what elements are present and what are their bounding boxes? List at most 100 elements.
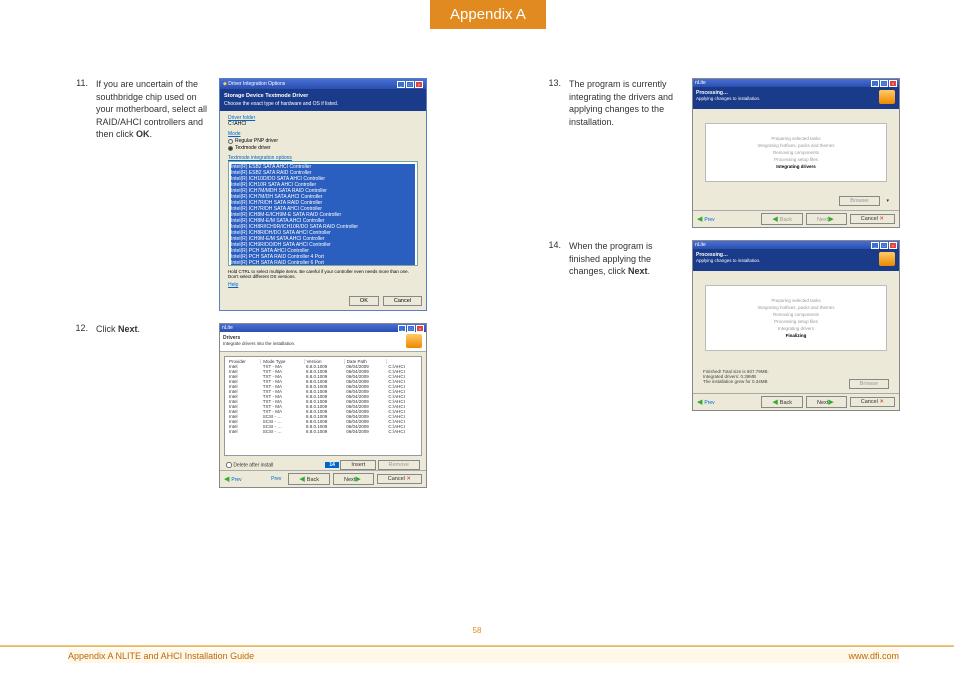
- step-11: 11. If you are uncertain of the southbri…: [68, 78, 441, 311]
- close-icon[interactable]: ×: [415, 81, 423, 88]
- prev-link[interactable]: ◀Prev: [697, 215, 715, 223]
- next-button: Next▶: [806, 213, 847, 225]
- banner-sub: Integrate drivers into the installation.: [223, 341, 295, 346]
- back-icon: ◀: [772, 399, 777, 406]
- step-text-c: .: [150, 129, 153, 139]
- maximize-icon[interactable]: □: [880, 242, 888, 249]
- back-icon: ◀: [772, 216, 777, 223]
- prev-link2[interactable]: Prev: [271, 476, 281, 482]
- titlebar: ◆ Driver Integration Options _ □ ×: [220, 79, 426, 89]
- controller-list[interactable]: Intel(R) ESB2 SATA AHCI ControllerIntel(…: [228, 161, 418, 266]
- back-button: ◀Back: [761, 213, 803, 225]
- step-14: 14. When the program is finished applyin…: [541, 240, 914, 411]
- dialog-subheading: Choose the exact type of hardware and OS…: [224, 101, 422, 107]
- step-text-bold: Next: [628, 266, 648, 276]
- header-tab: Appendix A: [430, 0, 546, 29]
- controller-item[interactable]: Intel(R) PCH SATA RAID Controller 6 Port: [231, 260, 415, 266]
- close-icon[interactable]: ×: [889, 80, 897, 87]
- content-area: 11. If you are uncertain of the southbri…: [68, 78, 914, 500]
- step-text-bold: Next: [118, 324, 138, 334]
- proc-step: Processing setup files: [712, 157, 880, 162]
- close-icon[interactable]: ×: [416, 325, 424, 332]
- hint-text: Hold CTRL to select multiple items. Be c…: [228, 269, 418, 279]
- back-icon: ◀: [299, 476, 304, 483]
- step-number: 14.: [541, 240, 561, 411]
- help-link[interactable]: Help: [228, 282, 418, 288]
- table-row[interactable]: IntelSCSI - …8.8.0.100906/04/2009C:\AHCI: [227, 429, 419, 434]
- back-button[interactable]: ◀Back: [761, 396, 803, 408]
- maximize-icon[interactable]: □: [406, 81, 414, 88]
- screenshot-13: nLite _ □ × Processing… Applying changes…: [692, 78, 900, 228]
- maximize-icon[interactable]: □: [880, 80, 888, 87]
- footer-divider: [0, 645, 954, 647]
- browse-button: Browse: [839, 196, 879, 206]
- back-button[interactable]: ◀Back: [288, 473, 330, 485]
- window-title: nLite: [222, 325, 233, 331]
- step-text-bold: OK: [136, 129, 150, 139]
- cancel-icon: ✕: [879, 399, 884, 405]
- proc-stats: Finished! Total size is 607.79MB. Integr…: [693, 365, 899, 393]
- mode-label: Mode: [228, 131, 418, 137]
- proc-header: Processing… Applying changes to installa…: [693, 87, 899, 109]
- cancel-icon: ✕: [406, 476, 411, 482]
- folder-value: C:\AHCI: [228, 121, 418, 127]
- cancel-button[interactable]: Cancel ✕: [850, 214, 895, 224]
- radio-pnp-label: Regular PNP driver: [235, 138, 278, 144]
- step-text: Click Next.: [96, 323, 211, 488]
- proc-step: Removing components: [712, 150, 880, 155]
- titlebar: nLite _ □ ×: [220, 324, 426, 332]
- delete-checkbox[interactable]: Delete after install: [226, 462, 273, 468]
- page-number: 58: [473, 626, 482, 635]
- radio-textmode[interactable]: Textmode driver: [228, 145, 418, 151]
- step-12: 12. Click Next. nLite _ □ × Drivers: [68, 323, 441, 488]
- count-badge: 14: [325, 462, 339, 468]
- screenshot-11: ◆ Driver Integration Options _ □ × Stora…: [219, 78, 427, 311]
- ok-button[interactable]: OK: [349, 296, 379, 306]
- next-button[interactable]: Next▶: [333, 473, 374, 485]
- cancel-button[interactable]: Cancel: [383, 296, 422, 306]
- banner-icon: [406, 334, 422, 348]
- proc-step: Processing setup files: [712, 319, 880, 324]
- prev-icon: ◀: [697, 216, 702, 223]
- step-text-c: .: [648, 266, 651, 276]
- proc-step: Integrating hotfixes, packs and themes: [712, 305, 880, 310]
- proc-icon: [879, 252, 895, 266]
- proc-step: Preparing selected tasks: [712, 298, 880, 303]
- screenshot-12: nLite _ □ × Drivers Integrate drivers in…: [219, 323, 427, 488]
- cancel-button[interactable]: Cancel ✕: [850, 397, 895, 407]
- banner: Drivers Integrate drivers into the insta…: [220, 332, 426, 352]
- insert-button[interactable]: Insert: [340, 460, 376, 470]
- next-button[interactable]: Next▶: [806, 396, 847, 408]
- stat-3: The installation grew for 0.34MB: [703, 379, 768, 389]
- proc-step: Integrating drivers: [712, 326, 880, 331]
- step-text-c: .: [138, 324, 141, 334]
- minimize-icon[interactable]: _: [398, 325, 406, 332]
- step-number: 13.: [541, 78, 561, 228]
- minimize-icon[interactable]: _: [871, 242, 879, 249]
- proc-header: Processing… Applying changes to installa…: [693, 249, 899, 271]
- right-column: 13. The program is currently integrating…: [541, 78, 914, 500]
- prev-icon: ◀: [697, 399, 702, 406]
- footer: Appendix A NLITE and AHCI Installation G…: [68, 649, 899, 663]
- minimize-icon[interactable]: _: [871, 80, 879, 87]
- dialog-heading: Storage Device Textmode Driver: [224, 93, 422, 99]
- next-icon: ▶: [828, 399, 833, 406]
- proc-steps: Preparing selected tasks Integrating hotf…: [705, 285, 887, 351]
- prev-icon: ◀: [224, 476, 229, 483]
- proc-sub: Applying changes to installation.: [696, 96, 760, 101]
- maximize-icon[interactable]: □: [407, 325, 415, 332]
- browse-button: Browse: [849, 379, 889, 389]
- cancel-button[interactable]: Cancel ✕: [377, 474, 422, 484]
- window-title: nLite: [695, 242, 706, 248]
- close-icon[interactable]: ×: [889, 242, 897, 249]
- step-number: 12.: [68, 323, 88, 488]
- titlebar: nLite _ □ ×: [693, 79, 899, 87]
- radio-pnp[interactable]: Regular PNP driver: [228, 138, 418, 144]
- minimize-icon[interactable]: _: [397, 81, 405, 88]
- driver-table[interactable]: ProviderMode TypeVersionDate PathIntelTX…: [224, 356, 422, 456]
- prev-link[interactable]: ◀Prev: [697, 398, 715, 406]
- cancel-icon: ✕: [879, 216, 884, 222]
- prev-link[interactable]: ◀Prev: [224, 475, 242, 483]
- footer-buttons: ◀Prev Prev ◀Back Next▶ Cancel ✕: [220, 470, 426, 487]
- screenshot-14: nLite _ □ × Processing… Applying changes…: [692, 240, 900, 411]
